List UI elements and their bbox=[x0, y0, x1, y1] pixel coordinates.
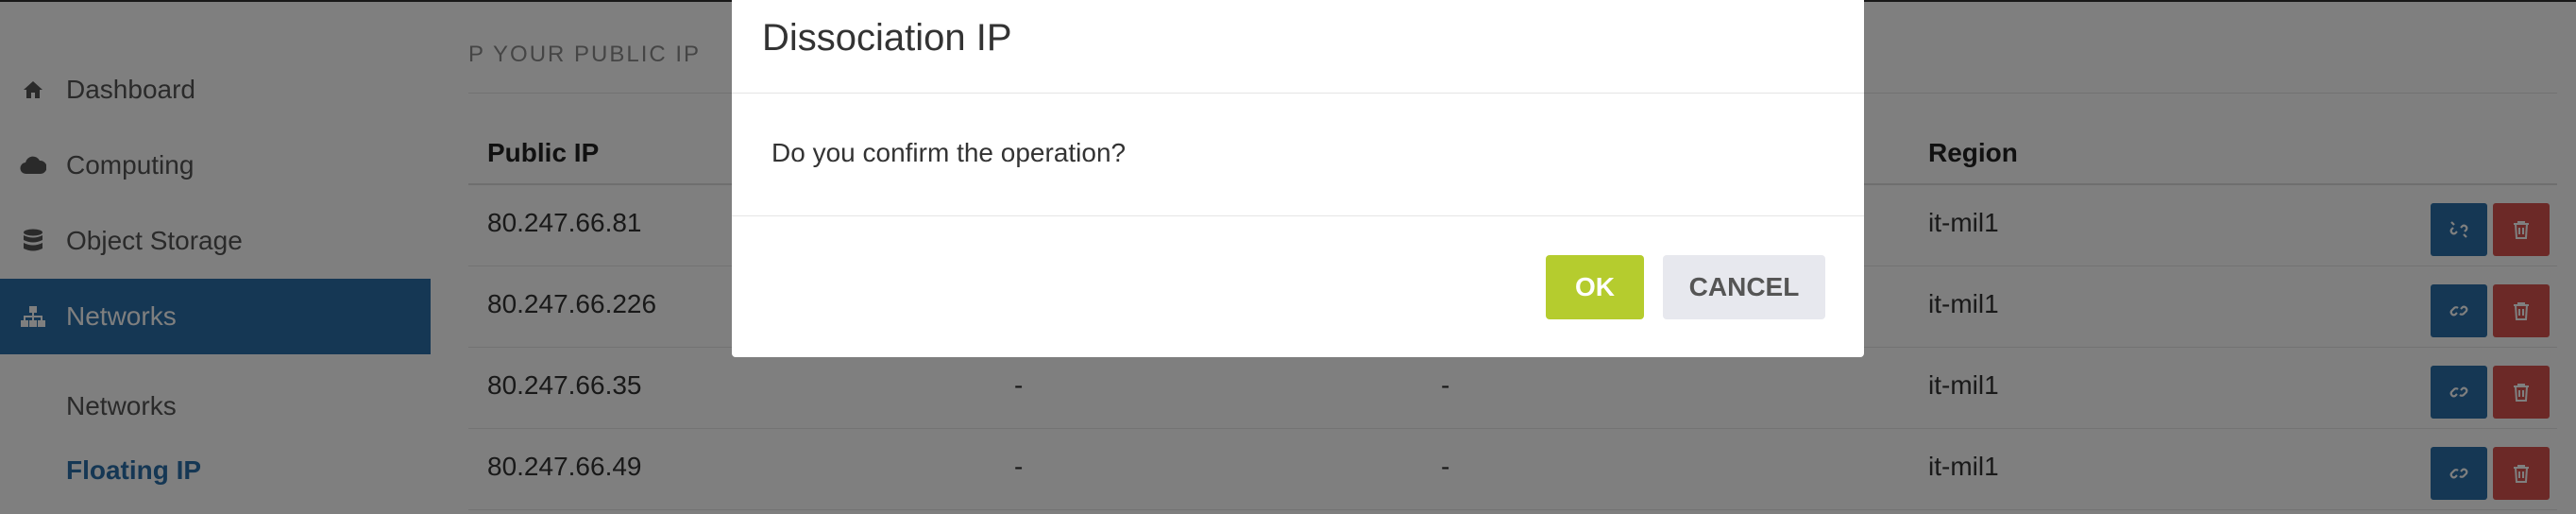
confirm-dialog: Dissociation IP Do you confirm the opera… bbox=[732, 0, 1864, 357]
cancel-button[interactable]: CANCEL bbox=[1663, 255, 1825, 319]
ok-button[interactable]: OK bbox=[1546, 255, 1644, 319]
divider bbox=[732, 93, 1864, 94]
dialog-title: Dissociation IP bbox=[762, 17, 1012, 59]
dialog-message: Do you confirm the operation? bbox=[771, 138, 1127, 167]
divider bbox=[732, 215, 1864, 216]
